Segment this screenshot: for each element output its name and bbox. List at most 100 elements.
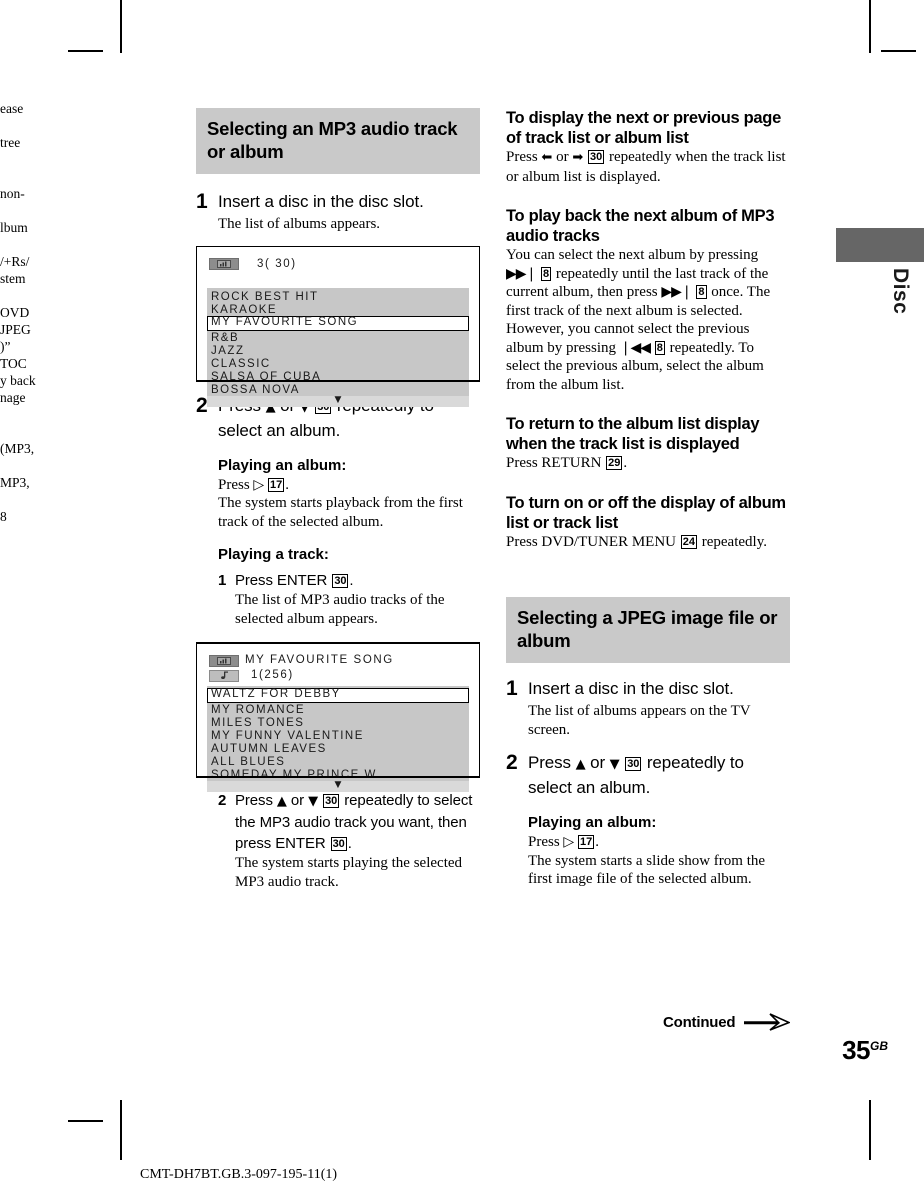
step-description: The list of albums appears. <box>218 216 381 232</box>
section-tab-block <box>836 228 924 262</box>
next-album-heading: To play back the next album of MP3 audio… <box>506 207 775 245</box>
substep-description: The list of MP3 audio tracks of the sele… <box>235 592 445 627</box>
track-screen-album-title: MY FAVOURITE SONG <box>245 654 394 666</box>
playing-track-substep-2: 2 Press ▲ or ▼ 30 repeatedly to select t… <box>218 790 480 891</box>
list-item-selected[interactable]: WALTZ FOR DEBBY <box>207 688 469 703</box>
substep-title: Press ENTER 30. <box>235 570 480 591</box>
crop-mark-top-right-h <box>881 50 916 52</box>
list-item-selected[interactable]: MY FAVOURITE SONG <box>207 315 469 331</box>
next-track-icon: ▶▶❘ <box>506 265 537 282</box>
body-post: repeatedly. <box>698 533 767 550</box>
track-screen-count: 1(256) <box>251 669 294 681</box>
return-album-body: Press RETURN 29. <box>506 454 790 473</box>
playing-album-label: Playing an album: <box>218 456 347 474</box>
step-title-pre: Press <box>528 753 576 772</box>
key-reference: 30 <box>587 150 605 164</box>
model-code: CMT-DH7BT.GB.3-097-195-11(1) <box>140 1167 338 1182</box>
page-number: 35GB <box>842 1035 888 1066</box>
key-reference: 17 <box>267 477 285 492</box>
music-note-icon-glyph <box>221 671 228 679</box>
list-item[interactable]: JAZZ <box>207 344 469 357</box>
bleed-spacer <box>0 151 36 168</box>
album-icon-glyph <box>217 259 231 268</box>
key-reference: 8 <box>541 266 552 281</box>
next-album-body: You can select the next album by pressin… <box>506 246 790 394</box>
bleed-spacer <box>0 491 36 508</box>
track-list[interactable]: WALTZ FOR DEBBY MY ROMANCE MILES TONES MY F… <box>207 686 469 781</box>
bleed-line: OVD <box>0 305 30 320</box>
arrow-up-icon: ▲ <box>276 794 287 809</box>
key-reference: 30 <box>323 794 340 808</box>
bleed-line: 8 <box>0 509 7 524</box>
list-item[interactable]: KARAOKE <box>207 303 469 316</box>
bleed-line: tree <box>0 135 21 150</box>
right-column: To display the next or previous page of … <box>506 108 790 889</box>
play-icon: ▷ <box>563 834 574 850</box>
jpeg-section-header: Selecting a JPEG image file or album <box>506 597 790 663</box>
album-list-screen: 3( 30) ROCK BEST HIT KARAOKE MY FAVOURITE … <box>196 245 480 407</box>
list-item[interactable]: ALL BLUES <box>207 755 469 768</box>
toggle-display-body: Press DVD/TUNER MENU 24 repeatedly. <box>506 533 790 552</box>
bleed-line: JPEG <box>0 322 31 337</box>
track-list-scroll-indicator[interactable]: ▼ <box>207 781 469 792</box>
playing-album-press: Press ▷ 17. <box>218 476 480 495</box>
body-pre: Press RETURN <box>506 455 606 471</box>
step-title-mid: or <box>585 753 610 772</box>
arrow-up-icon: ▲ <box>575 757 586 772</box>
album-list-scroll-indicator[interactable]: ▼ <box>207 395 469 407</box>
mp3-section-header: Selecting an MP3 audio track or album <box>196 108 480 174</box>
bleed-line: /+Rs/ <box>0 254 30 269</box>
bleed-line: nage <box>0 390 26 405</box>
manual-page: ease tree non-lbum /+Rs/stem OVD JPEG)” TOC y… <box>0 0 924 1191</box>
bleed-spacer <box>0 117 36 134</box>
press-post: . <box>595 834 599 850</box>
arrow-right-icon: ➡ <box>572 150 584 165</box>
list-item[interactable]: SALSA OF CUBA <box>207 370 469 383</box>
jpeg-playing-album-desc: The system starts a slide show from the … <box>528 852 766 888</box>
substep-description: The system starts playing the selected M… <box>235 855 463 890</box>
list-item[interactable]: ROCK BEST HIT <box>207 290 469 303</box>
list-item[interactable]: MY FUNNY VALENTINE <box>207 729 469 742</box>
bleed-line: (MP3, <box>0 441 35 456</box>
key-reference: 30 <box>330 837 347 851</box>
next-track-icon: ▶▶❘ <box>661 284 692 300</box>
play-icon: ▷ <box>253 476 264 493</box>
bleed-line: MP3, <box>0 475 30 490</box>
bleed-line: non- <box>0 186 25 201</box>
bleed-line: ease <box>0 101 24 116</box>
continued-arrow-icon <box>744 1013 790 1031</box>
jpeg-playing-album-label: Playing an album: <box>528 814 657 831</box>
step-title: Insert a disc in the disc slot. <box>528 679 734 698</box>
step-title: Insert a disc in the disc slot. <box>218 192 424 211</box>
bleed-line: TOC <box>0 356 27 371</box>
list-item[interactable]: CLASSIC <box>207 357 469 370</box>
press-post: . <box>285 476 289 493</box>
substep-title-pre: Press ENTER <box>235 572 332 589</box>
substep-title-pre: Press <box>235 792 277 809</box>
arrow-left-icon: ⬅ <box>541 150 553 165</box>
continued-label: Continued <box>663 1014 736 1031</box>
list-item[interactable]: R&B <box>207 331 469 344</box>
list-item[interactable]: SOMEDAY MY PRINCE W... <box>207 768 469 781</box>
bleed-spacer <box>0 168 36 185</box>
list-item[interactable]: MILES TONES <box>207 716 469 729</box>
substep-number: 1 <box>218 572 227 589</box>
album-icon-glyph <box>217 656 231 665</box>
body-pre: Press DVD/TUNER MENU <box>506 533 680 550</box>
substep-title-mid: or <box>286 792 309 809</box>
previous-track-icon: ❘◀◀ <box>619 339 651 356</box>
album-list[interactable]: ROCK BEST HIT KARAOKE MY FAVOURITE SONG R&B… <box>207 287 469 396</box>
jpeg-step-1: 1 Insert a disc in the disc slot. The li… <box>506 677 790 739</box>
page-nav-body: Press ⬅ or ➡ 30 repeatedly when the trac… <box>506 148 790 186</box>
album-icon <box>209 654 239 667</box>
bleed-spacer <box>0 406 36 423</box>
press-pre: Press <box>528 834 564 850</box>
list-item[interactable]: BOSSA NOVA <box>207 383 469 396</box>
press-pre: Press <box>218 476 254 493</box>
list-item[interactable]: AUTUMN LEAVES <box>207 742 469 755</box>
mp3-step-1: 1 Insert a disc in the disc slot. The li… <box>196 190 480 234</box>
list-item[interactable]: MY ROMANCE <box>207 703 469 716</box>
playing-track-substep-1: 1 Press ENTER 30. The list of MP3 audio … <box>218 570 480 628</box>
key-reference: 8 <box>654 340 665 355</box>
jpeg-step-2: 2 Press ▲ or ▼ 30 repeatedly to select a… <box>506 751 790 799</box>
